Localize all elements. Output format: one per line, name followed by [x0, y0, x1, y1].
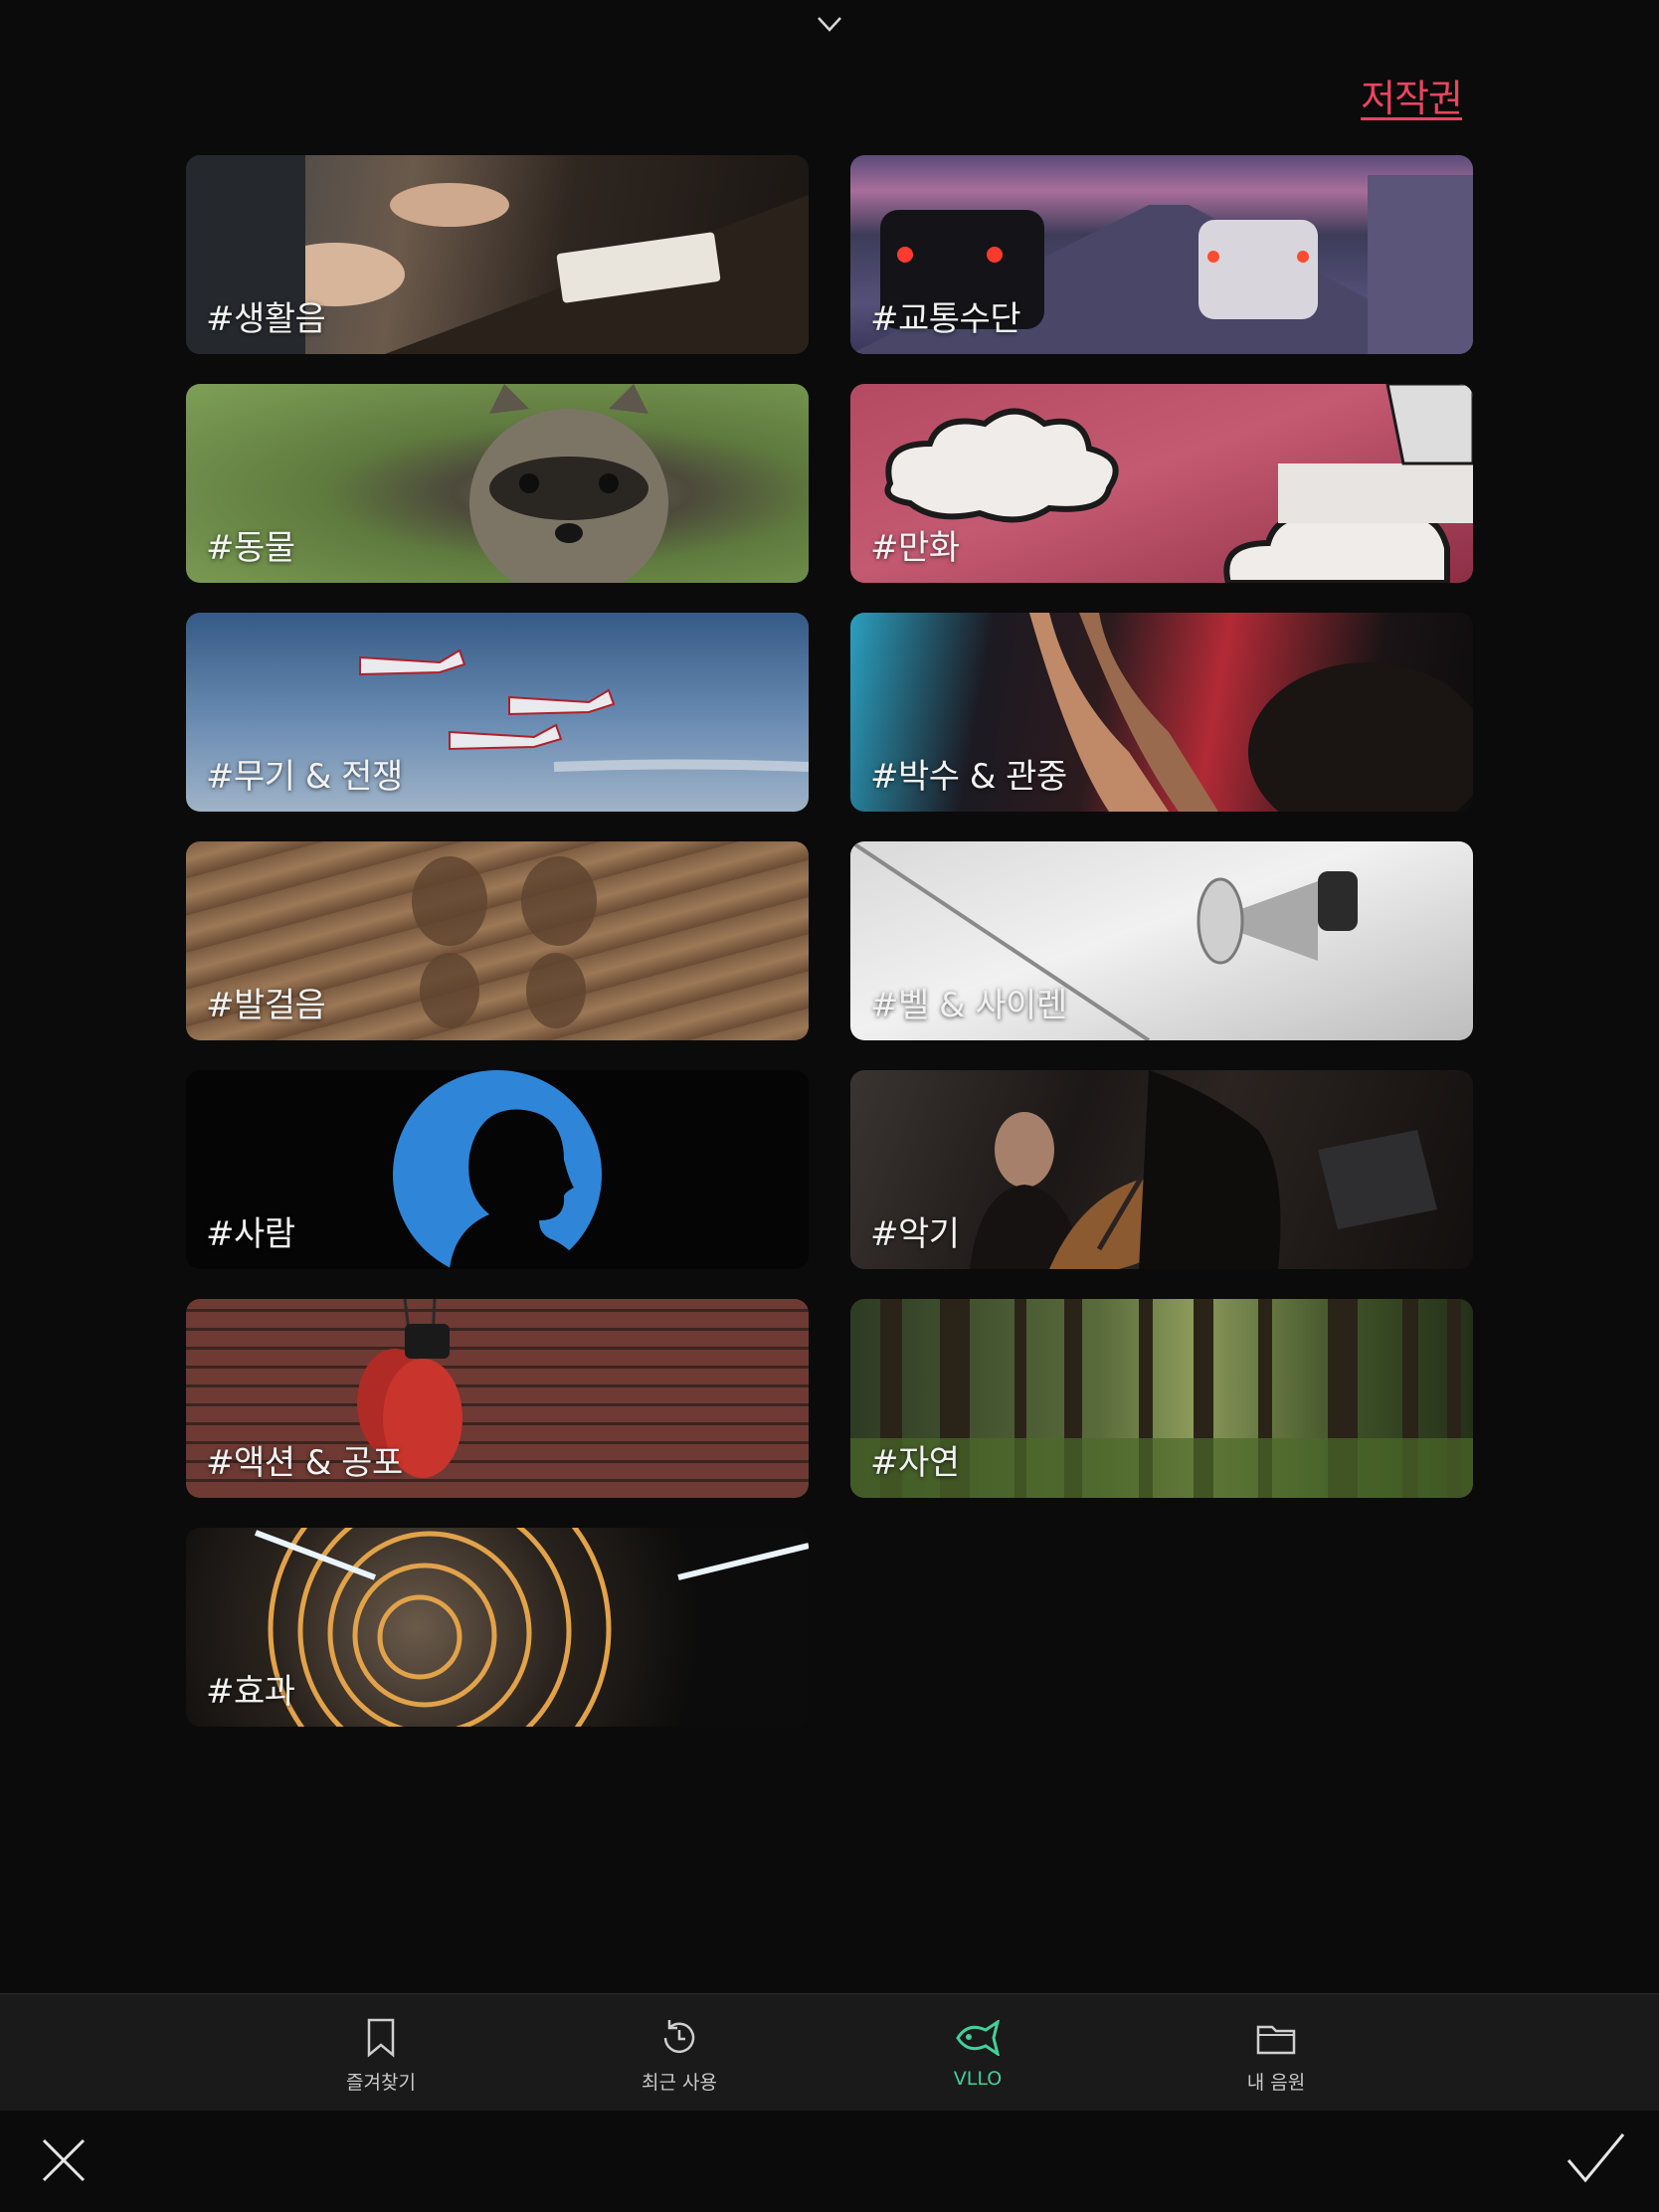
category-label: #생활음: [206, 299, 326, 339]
bottom-tab-bar: 즐겨찾기 최근 사용 VLLO 내 음원: [0, 1993, 1659, 2112]
category-tile-instruments[interactable]: #악기: [850, 1070, 1473, 1269]
vllo-fish-icon: [954, 2016, 1002, 2060]
category-tile-nature[interactable]: #자연: [850, 1299, 1473, 1498]
history-icon: [657, 2016, 701, 2060]
category-tile-applause-crowd[interactable]: #박수 & 관중: [850, 613, 1473, 812]
tab-label: 내 음원: [1246, 2072, 1306, 2094]
category-tile-footsteps[interactable]: #발걸음: [186, 841, 809, 1040]
close-icon[interactable]: [40, 2136, 88, 2184]
category-tile-weapons-war[interactable]: #무기 & 전쟁: [186, 613, 809, 812]
bookmark-icon: [366, 2016, 396, 2060]
tab-label: 최근 사용: [642, 2072, 717, 2094]
category-label: #효과: [206, 1672, 295, 1712]
category-label: #액션 & 공포: [206, 1443, 403, 1483]
tab-label: 즐겨찾기: [346, 2072, 416, 2094]
sound-category-grid: #생활음 #교통수단 #동물 #만화 #무기 & 전쟁 #박수 & 관중 #발걸…: [186, 155, 1473, 1727]
category-tile-action-horror[interactable]: #액션 & 공포: [186, 1299, 809, 1498]
category-label: #사람: [206, 1214, 295, 1254]
category-label: #악기: [870, 1214, 960, 1254]
category-label: #벨 & 사이렌: [870, 986, 1067, 1025]
category-label: #만화: [870, 528, 960, 568]
confirm-check-icon[interactable]: [1566, 2130, 1627, 2186]
category-tile-people[interactable]: #사람: [186, 1070, 809, 1269]
copyright-link[interactable]: 저작권: [1361, 68, 1463, 122]
category-tile-life[interactable]: #생활음: [186, 155, 809, 354]
folder-icon: [1256, 2016, 1296, 2060]
category-tile-transport[interactable]: #교통수단: [850, 155, 1473, 354]
category-label: #교통수단: [870, 299, 1021, 339]
tab-vllo[interactable]: VLLO: [903, 1994, 1052, 2112]
category-label: #무기 & 전쟁: [206, 757, 403, 797]
tab-my-audio[interactable]: 내 음원: [1201, 1994, 1351, 2112]
category-label: #박수 & 관중: [870, 757, 1067, 797]
category-label: #발걸음: [206, 986, 326, 1025]
footer-actions: [0, 2111, 1659, 2212]
category-tile-effects[interactable]: #효과: [186, 1528, 809, 1727]
tab-label: VLLO: [953, 2068, 1003, 2090]
collapse-chevron-icon[interactable]: [814, 8, 845, 40]
category-label: #동물: [206, 528, 295, 568]
category-label: #자연: [870, 1443, 960, 1483]
category-tile-bell-siren[interactable]: #벨 & 사이렌: [850, 841, 1473, 1040]
tab-recent[interactable]: 최근 사용: [605, 1994, 754, 2112]
tab-favorites[interactable]: 즐겨찾기: [306, 1994, 456, 2112]
category-tile-animal[interactable]: #동물: [186, 384, 809, 583]
category-tile-comic[interactable]: #만화: [850, 384, 1473, 583]
